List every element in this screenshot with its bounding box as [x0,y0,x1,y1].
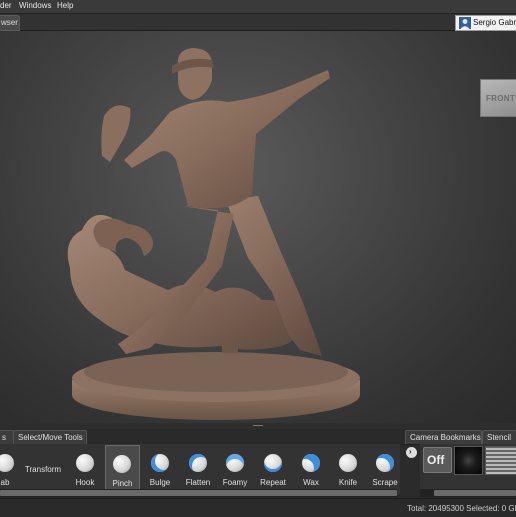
tool-wax[interactable]: Wax [292,444,330,490]
stencil-scroll-thumb[interactable] [434,490,516,496]
browser-tab-label: wser [1,18,18,27]
bulge-brush-icon [151,454,169,472]
tool-scrape[interactable]: Scrape [366,444,404,490]
tool-grab[interactable]: ab [0,444,24,490]
tool-flatten-label: Flatten [185,478,211,487]
tool-wax-label: Wax [303,478,319,487]
document-tab-row: wser Sergio Gabri [0,14,516,31]
tab-stencil-label: Stencil [487,433,512,442]
scrape-brush-icon [376,454,394,472]
tab-stencil[interactable]: Stencil [482,430,516,444]
tab-tools-partial[interactable]: s [0,430,14,444]
user-avatar-icon [459,17,471,29]
tool-repeat[interactable]: Repeat [254,444,292,490]
tool-shelf: ab Transform Hook Pinch Bulge Flatten Fo… [0,444,400,494]
knife-brush-icon [339,454,357,472]
tool-bulge[interactable]: Bulge [141,444,179,490]
status-bar: Total: 20495300 Selected: 0 GPU [0,498,516,517]
divider-grip[interactable] [253,425,263,426]
sculpt-viewport[interactable]: FRONT [0,31,516,423]
tool-repeat-label: Repeat [260,478,286,487]
stencil-pattern-thumbnail[interactable] [485,446,516,475]
tool-hook-label: Hook [75,478,95,487]
stencil-off-button[interactable]: Off [423,447,452,473]
browser-tab[interactable]: wser [0,15,20,31]
menu-windows[interactable]: Windows [19,1,51,10]
stencil-scrollbar[interactable] [420,489,516,497]
tool-knife-label: Knife [338,478,358,487]
hook-brush-icon [76,454,94,472]
next-tools-arrow-icon[interactable]: › [406,447,417,458]
status-text: Total: 20495300 Selected: 0 GPU [407,504,516,513]
menu-render[interactable]: der [0,1,12,10]
stencil-alpha-thumbnail[interactable] [454,446,483,475]
tool-pinch-label: Pinch [112,479,133,488]
tab-select-move-tools[interactable]: Select/Move Tools [13,430,87,444]
sculpture-model [67,48,360,420]
tool-hook[interactable]: Hook [66,444,104,490]
tool-shelf-scroll-thumb[interactable] [0,490,397,496]
tool-shelf-scrollbar[interactable] [0,489,397,497]
tab-tools-partial-label: s [2,433,6,442]
tool-panel-header: s Select/Move Tools Camera Bookmarks Ste… [0,429,516,445]
tool-flatten[interactable]: Flatten [179,444,217,490]
menu-bar: der Windows Help [0,0,516,14]
view-cube-label: FRONT [486,94,516,103]
tool-foamy-label: Foamy [222,478,248,487]
tool-foamy[interactable]: Foamy [216,444,254,490]
tab-camera-bookmarks[interactable]: Camera Bookmarks [405,430,482,444]
pinch-brush-icon [113,455,131,473]
grab-brush-icon [0,454,14,472]
menu-help[interactable]: Help [57,1,73,10]
wax-brush-icon [302,454,320,472]
tool-transform-label: Transform [24,465,62,474]
repeat-brush-icon [264,454,282,472]
tab-camera-bookmarks-label: Camera Bookmarks [410,433,481,442]
tool-scrape-label: Scrape [372,478,398,487]
tool-transform[interactable]: Transform [24,444,62,490]
view-orientation-cube[interactable]: FRONT [480,79,516,117]
tool-knife[interactable]: Knife [329,444,367,490]
tool-bulge-label: Bulge [149,478,171,487]
flatten-brush-icon [189,454,207,472]
tab-select-move-tools-label: Select/Move Tools [18,433,83,442]
stencil-off-label: Off [427,453,445,467]
foamy-brush-icon [226,454,244,472]
tool-grab-label: ab [0,478,10,487]
user-account-button[interactable]: Sergio Gabri [455,15,516,31]
tool-pinch[interactable]: Pinch [105,445,140,491]
user-name: Sergio Gabri [473,18,516,27]
